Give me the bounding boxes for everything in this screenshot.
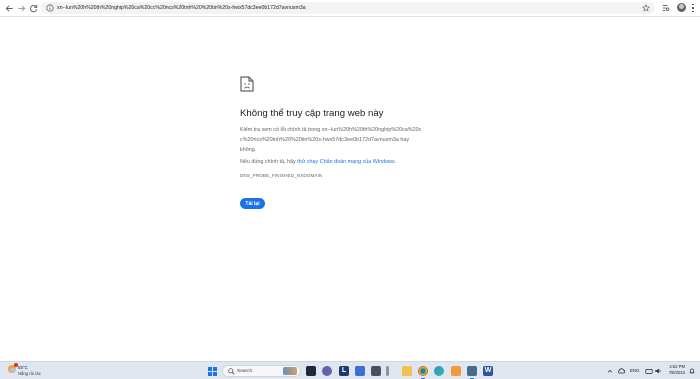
tab-search-icon[interactable] <box>662 4 670 12</box>
sad-document-icon <box>240 76 254 92</box>
notification-bell-icon[interactable] <box>688 367 696 375</box>
taskbar: 55°C Nắng rải rác Search L W ENG 2:52 PM… <box>0 361 700 379</box>
info-icon[interactable] <box>46 4 54 12</box>
search-highlight-image <box>283 367 297 375</box>
browser-toolbar: xn--lun%20h%20th%20nghip%20ca%20cc%20ncs… <box>0 0 700 17</box>
notes-icon[interactable] <box>451 366 461 376</box>
volume-icon[interactable] <box>654 367 662 375</box>
suggestion-text: Nếu đúng chính tả, hãy thử chạy Chẩn đoá… <box>240 157 396 167</box>
reload-page-button[interactable]: Tải lại <box>240 198 265 209</box>
back-button[interactable] <box>4 3 15 14</box>
suggest-suffix-text: . <box>394 159 397 165</box>
cloud-icon[interactable] <box>617 367 625 375</box>
search-placeholder: Search <box>237 369 253 374</box>
store-icon[interactable] <box>355 366 365 376</box>
avatar[interactable] <box>677 3 686 12</box>
error-description: Kiểm tra xem có lỗi chính tả trong xn--l… <box>240 125 425 155</box>
weather-widget[interactable]: 55°C Nắng rải rác <box>8 363 48 378</box>
star-icon[interactable] <box>642 4 650 12</box>
folder-icon[interactable] <box>402 366 412 376</box>
calculator-icon[interactable] <box>371 366 381 376</box>
error-code: DNS_PROBE_FINISHED_NXDOMAIN <box>240 173 323 178</box>
arrow-right-icon <box>18 5 26 12</box>
page-title: Không thể truy cập trang web này <box>240 108 384 119</box>
url-text[interactable]: xn--lun%20h%20th%20nghip%20ca%20cc%20ncs… <box>57 3 637 13</box>
suggest-prefix-text: Nếu đúng chính tả, hãy <box>240 159 296 165</box>
clock-date: 7/8/2024 <box>668 370 685 375</box>
word-icon[interactable]: W <box>483 366 493 376</box>
reload-icon <box>29 4 38 13</box>
edge-icon[interactable] <box>434 366 444 376</box>
arrow-left-icon <box>5 5 13 12</box>
more-vert-icon[interactable] <box>691 3 695 13</box>
network-diagnostics-link[interactable]: thử chạy Chẩn đoán mạng của Windows <box>297 159 394 165</box>
system-clock[interactable]: 2:52 PM 7/8/2024 <box>663 364 685 376</box>
wifi-icon[interactable] <box>645 367 653 375</box>
file-explorer-icon[interactable] <box>306 366 316 376</box>
address-bar[interactable]: xn--lun%20h%20th%20nghip%20ca%20cc%20ncs… <box>41 2 655 14</box>
language-indicator[interactable]: ENG <box>630 368 640 373</box>
check-prefix-text: Kiểm tra xem có lỗi chính tả trong <box>240 127 321 133</box>
weather-temperature: 55°C <box>18 365 28 370</box>
taskbar-search[interactable]: Search <box>222 365 301 377</box>
settings-icon[interactable] <box>467 366 477 379</box>
reload-button[interactable] <box>28 3 39 14</box>
windows-start-icon[interactable] <box>208 367 217 376</box>
forward-button[interactable] <box>16 3 27 14</box>
app-l-icon[interactable]: L <box>339 366 349 376</box>
separator-icon <box>386 366 389 376</box>
weather-condition: Nắng rải rác <box>18 371 41 376</box>
teams-chat-icon[interactable] <box>322 366 332 376</box>
chevron-up-icon[interactable] <box>607 368 613 374</box>
search-icon <box>228 368 235 375</box>
chrome-icon[interactable] <box>418 366 428 379</box>
